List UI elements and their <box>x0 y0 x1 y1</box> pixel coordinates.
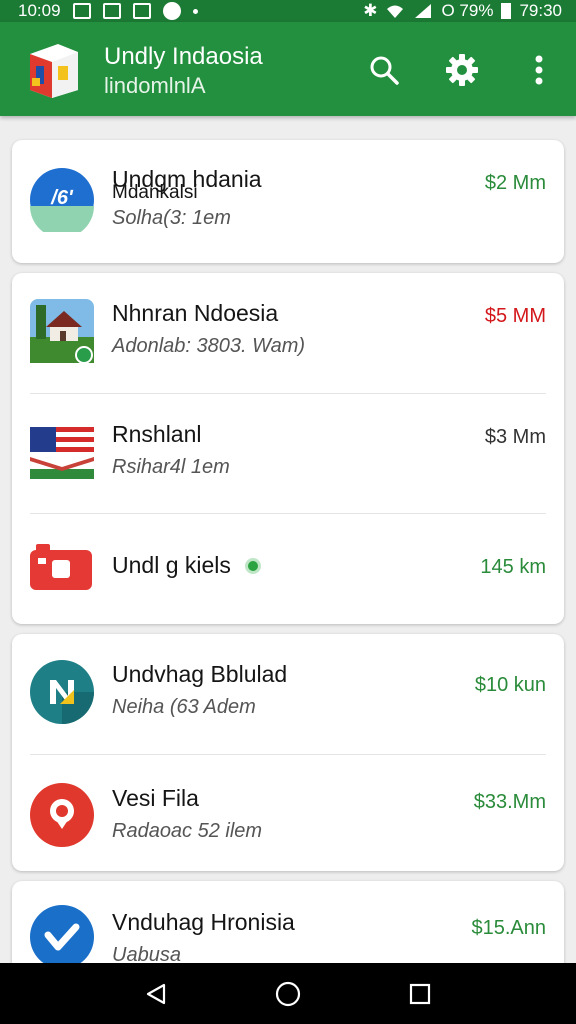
home-icon <box>275 981 301 1006</box>
status-dot-icon <box>245 558 262 574</box>
app-bar: Undly Indaosia lindomlnlA <box>0 22 576 116</box>
battery-percent: O 79% <box>441 1 494 20</box>
item-subtitle: Adonlab: 3803. Wam) <box>112 335 306 357</box>
bluetooth-icon: ✱ <box>363 1 378 20</box>
n-notification-icon-2 <box>132 3 151 19</box>
item-title-text: Undl g kiels <box>112 552 231 578</box>
list-item[interactable]: Undvhag Bblulad Neiha (63 Adem $10 kun <box>12 634 564 754</box>
item-price: $33.Mm <box>473 791 546 813</box>
back-icon <box>146 983 166 1004</box>
more-options-button[interactable] <box>519 50 559 90</box>
app-title: Undly Indaosia <box>104 43 263 70</box>
status-bar: 10:09 ✱ O 79% 79:30 <box>0 0 576 22</box>
list-item[interactable]: Nhnran Ndoesia Adonlab: 3803. Wam) $5 MM <box>12 273 564 393</box>
item-title: Undvhag Bblulad <box>112 661 288 687</box>
flag-icon <box>30 427 94 479</box>
gallery-notification-icon <box>72 3 91 19</box>
blue-check-icon <box>30 905 94 969</box>
back-button[interactable] <box>136 974 176 1014</box>
house-photo-icon <box>30 299 94 363</box>
item-price: 145 km <box>480 556 546 578</box>
item-title: Undl g kiels <box>112 552 262 579</box>
wifi-icon <box>387 5 404 18</box>
item-subtitle: Radaoac 52 ilem <box>112 820 263 842</box>
item-price: $5 MM <box>484 305 546 327</box>
blue-circle-logo-icon: /6ʹ <box>30 168 94 232</box>
item-price: $10 kun <box>474 674 546 696</box>
home-button[interactable] <box>268 974 308 1014</box>
item-price: $15.Ann <box>471 917 546 939</box>
recents-button[interactable] <box>400 974 440 1014</box>
n-notification-icon <box>102 3 121 19</box>
search-button[interactable] <box>364 50 404 90</box>
search-icon <box>370 56 399 85</box>
item-subtitle: Rsihar4l 1em <box>112 456 230 478</box>
item-price: $3 Mm <box>484 426 546 448</box>
red-camera-icon <box>30 544 92 590</box>
item-title: Nhnran Ndoesia <box>112 300 279 326</box>
card-3: Undvhag Bblulad Neiha (63 Adem $10 kun V… <box>12 634 564 871</box>
list-item[interactable]: Vesi Fila Radaoac 52 ilem $33.Mm <box>30 754 546 870</box>
app-subtitle: lindomlnlA <box>104 73 206 98</box>
item-title: Vesi Fila <box>112 785 199 811</box>
settings-icon <box>446 54 478 86</box>
item-price: $2 Mm <box>484 172 546 194</box>
status-time-right: 79:30 <box>519 1 562 20</box>
settings-button[interactable] <box>442 50 482 90</box>
item-subtitle: Solha(3: 1em <box>112 207 231 229</box>
battery-icon <box>501 3 512 19</box>
card-1: /6ʹ Undgm hdania Mdankalsi Solha(3: 1em … <box>12 140 564 263</box>
item-subtitle: Neiha (63 Adem <box>112 696 256 718</box>
svg-text:/6ʹ: /6ʹ <box>50 187 74 209</box>
location-notification-icon <box>162 2 181 20</box>
signal-icon <box>415 4 432 18</box>
list-item[interactable]: Rnshlanl Rsihar4l 1em $3 Mm <box>30 393 546 513</box>
more-vert-icon <box>535 55 543 85</box>
app-logo-icon <box>30 44 78 98</box>
notification-dot-icon <box>192 8 198 14</box>
recents-icon <box>409 983 431 1004</box>
item-title: Vnduhag Hronisia <box>112 909 295 935</box>
teal-n-logo-icon <box>30 660 94 724</box>
list-item[interactable]: /6ʹ Undgm hdania Mdankalsi Solha(3: 1em … <box>12 140 564 260</box>
card-2: Nhnran Ndoesia Adonlab: 3803. Wam) $5 MM… <box>12 273 564 624</box>
navigation-bar <box>0 963 576 1024</box>
item-title: Rnshlanl <box>112 421 202 447</box>
status-time-left: 10:09 <box>18 1 61 20</box>
red-pin-icon <box>30 783 94 847</box>
list-item[interactable]: Undl g kiels 145 km <box>30 513 546 623</box>
